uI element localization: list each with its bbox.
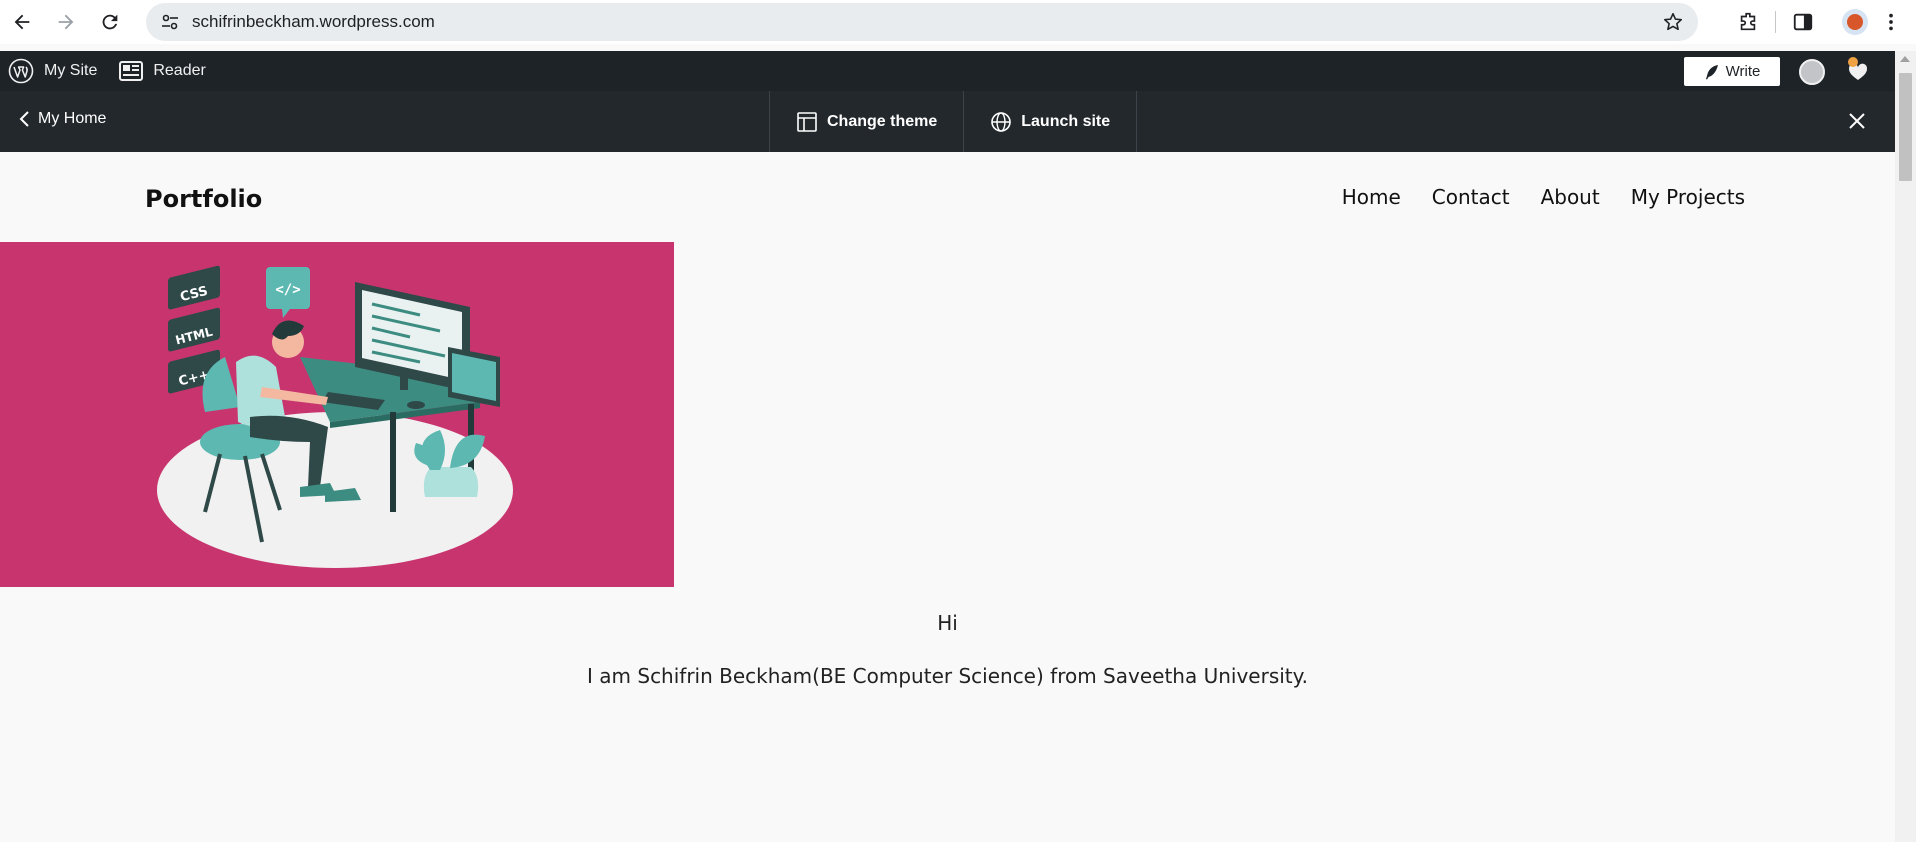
scroll-thumb[interactable] — [1899, 73, 1912, 181]
puzzle-icon[interactable] — [1737, 11, 1759, 33]
site-preview: Portfolio Home Contact About My Projects… — [0, 152, 1895, 842]
close-icon[interactable] — [1845, 109, 1869, 133]
side-panel-icon[interactable] — [1792, 11, 1814, 33]
plant-pot — [423, 467, 479, 497]
write-label: Write — [1725, 63, 1761, 80]
reload-button[interactable] — [88, 0, 132, 44]
launch-actions: Change theme Launch site — [769, 91, 1138, 152]
quill-icon — [1705, 64, 1718, 79]
nav-contact[interactable]: Contact — [1432, 185, 1510, 209]
my-home-label: My Home — [38, 110, 107, 127]
notification-badge — [1848, 57, 1858, 67]
svg-text:</>: </> — [275, 282, 300, 298]
change-theme-button[interactable]: Change theme — [770, 91, 965, 152]
reader-link[interactable]: Reader — [97, 60, 206, 82]
reader-label: Reader — [153, 62, 206, 79]
user-avatar[interactable] — [1799, 59, 1825, 85]
my-site-link[interactable]: My Site — [0, 58, 97, 84]
back-button[interactable] — [0, 0, 44, 44]
browser-actions — [1721, 0, 1916, 44]
greeting-text: Hi — [937, 611, 958, 635]
launch-site-button[interactable]: Launch site — [964, 91, 1138, 152]
forward-arrow-icon — [58, 14, 74, 30]
back-arrow-icon — [14, 14, 30, 30]
reader-icon — [119, 61, 144, 81]
address-bar[interactable]: schifrinbeckham.wordpress.com — [146, 3, 1698, 41]
intro-text: I am Schifrin Beckham(BE Computer Scienc… — [587, 664, 1308, 688]
forward-button[interactable] — [44, 0, 88, 44]
globe-icon — [991, 111, 1012, 132]
hero-image: CSS HTML C++ </> — [0, 242, 674, 587]
reload-icon — [102, 14, 118, 30]
browser-toolbar: schifrinbeckham.wordpress.com — [0, 0, 1916, 44]
nav-about[interactable]: About — [1541, 185, 1600, 209]
layout-icon — [797, 111, 817, 132]
browser-profile-avatar[interactable] — [1842, 9, 1868, 35]
scroll-up-arrow-icon[interactable] — [1900, 56, 1910, 62]
kebab-menu-icon[interactable] — [1880, 11, 1902, 33]
toolbar-divider — [1775, 11, 1776, 33]
change-theme-label: Change theme — [827, 112, 938, 130]
my-site-label: My Site — [44, 62, 98, 79]
wp-admin-bar: My Site Reader Write — [0, 51, 1895, 91]
site-info-icon[interactable] — [160, 12, 180, 32]
wordpress-logo-icon — [8, 58, 34, 84]
developer-illustration: CSS HTML C++ </> — [0, 242, 674, 587]
site-setup-bar: My Home Change theme Launch site — [0, 91, 1895, 152]
site-title[interactable]: Portfolio — [145, 185, 262, 213]
star-icon[interactable] — [1662, 11, 1684, 33]
write-button[interactable]: Write — [1684, 57, 1780, 86]
site-navigation: Home Contact About My Projects — [1311, 185, 1745, 209]
url-text[interactable]: schifrinbeckham.wordpress.com — [192, 12, 435, 32]
page-scrollbar[interactable] — [1895, 51, 1916, 842]
my-home-link[interactable]: My Home — [18, 110, 106, 128]
chevron-left-icon — [19, 111, 29, 127]
nav-my-projects[interactable]: My Projects — [1631, 185, 1745, 209]
nav-home[interactable]: Home — [1342, 185, 1401, 209]
launch-site-label: Launch site — [1021, 112, 1111, 130]
